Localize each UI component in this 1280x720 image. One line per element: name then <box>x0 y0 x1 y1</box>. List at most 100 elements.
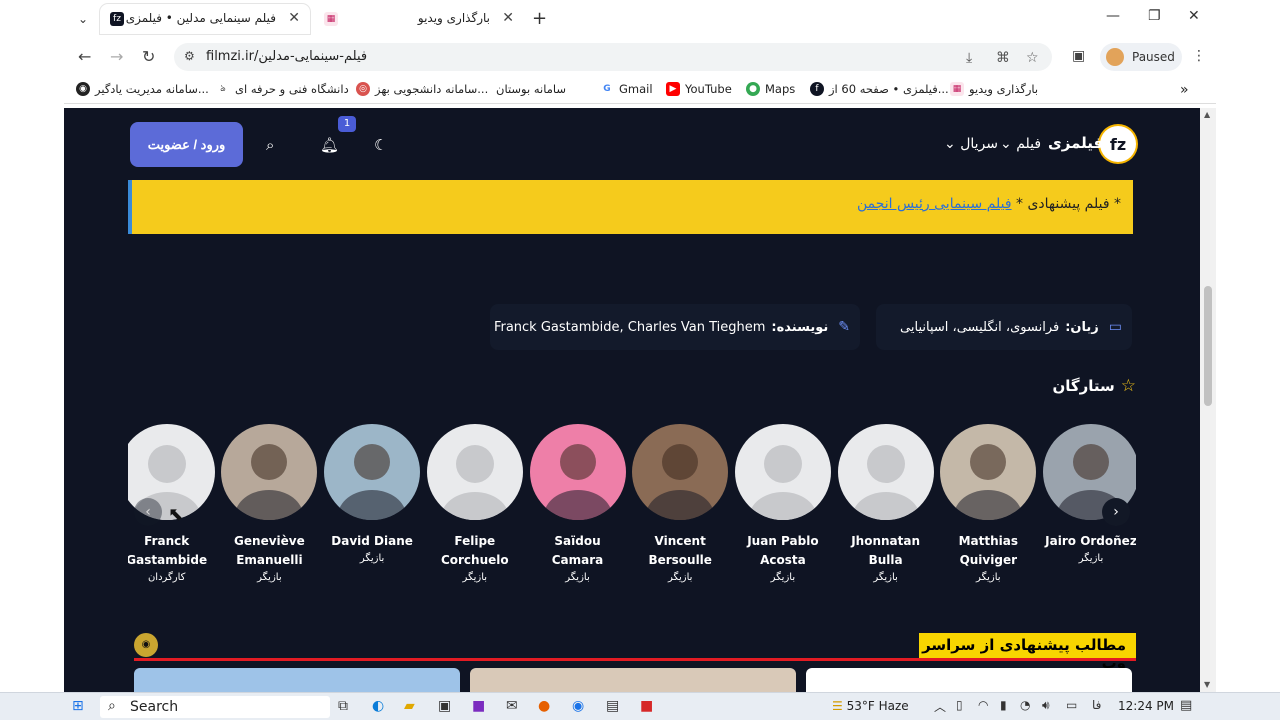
bookmark-item[interactable]: سامانه بوستان <box>496 82 566 96</box>
recommend-card[interactable] <box>806 668 1132 692</box>
tray-network-icon[interactable]: ◠ <box>978 698 988 712</box>
bookmark-item[interactable]: ▦ بارگذاری ویدیو <box>950 82 1038 96</box>
input-language[interactable]: فا <box>1092 698 1101 712</box>
cast-name: Saïdou Camara <box>551 534 604 567</box>
site-info-icon[interactable]: ⚙ <box>184 49 195 63</box>
placeholder-avatar-icon <box>734 424 831 520</box>
windows-taskbar: ⊞ ⌕ Search ⧉ ◐ ▰ ▣ ■ ✉ ● ◉ ▤ ■ ☰ 53°F Ha… <box>0 692 1280 720</box>
menu-film[interactable]: فیلم ⌄ <box>1000 136 1041 152</box>
cast-member[interactable]: Vincent Bersoulle بازیگر <box>631 424 729 583</box>
menu-kebab-icon[interactable]: ⋮ <box>1192 48 1206 64</box>
minimize-icon[interactable]: — <box>1106 8 1120 24</box>
brand-name[interactable]: فیلمزی <box>1048 134 1103 152</box>
carousel-next-icon[interactable]: › <box>1102 498 1130 526</box>
cast-role: بازیگر <box>770 572 796 583</box>
cast-member[interactable]: Saïdou Camara بازیگر <box>529 424 627 583</box>
bookmark-item[interactable]: ঌ دانشگاه فنی و حرفه ای <box>216 82 349 96</box>
writer-label: نویسنده: <box>771 319 829 335</box>
bookmark-item[interactable]: ● Maps <box>746 82 795 96</box>
cast-carousel: Jairo Ordoñez بازیگر Matthias Quiviger بازی… <box>128 424 1136 594</box>
weather-widget[interactable]: ☰ 53°F Haze <box>832 699 909 713</box>
recommend-card[interactable] <box>470 668 796 692</box>
close-window-icon[interactable]: ✕ <box>1188 8 1200 24</box>
translate-icon[interactable]: ⌘ <box>996 50 1010 66</box>
mail-icon[interactable]: ✉ <box>506 698 518 714</box>
google-icon: G <box>600 82 614 96</box>
bookmark-item[interactable]: ◉ سامانه مدیریت یادگیر... <box>76 82 209 96</box>
cast-role: بازیگر <box>462 572 488 583</box>
chrome-icon[interactable]: ◉ <box>572 698 584 714</box>
bookmark-item[interactable]: G Gmail <box>600 82 653 96</box>
photos-icon[interactable]: ▤ <box>606 698 619 714</box>
cast-role: کارگردان <box>147 572 186 583</box>
scrollbar-thumb[interactable] <box>1204 286 1212 406</box>
notifications-icon[interactable]: ▤ <box>1180 698 1192 713</box>
windows-start-icon[interactable]: ⊞ <box>72 698 84 714</box>
back-icon[interactable]: ← <box>78 47 91 66</box>
cast-name: David Diane <box>331 534 413 548</box>
bookmark-star-icon[interactable]: ☆ <box>1026 50 1039 66</box>
sidebar-icon[interactable]: ▣ <box>1072 48 1085 64</box>
cast-member[interactable]: Jhonnatan Bulla بازیگر <box>837 424 935 583</box>
taskbar-search[interactable]: ⌕ Search <box>100 696 330 718</box>
menu-series[interactable]: سریال ⌄ <box>944 136 998 152</box>
forward-icon[interactable]: → <box>110 47 123 66</box>
stars-heading: ☆ ستارگان <box>1052 376 1136 396</box>
cast-member[interactable]: Felipe Corchuelo بازیگر <box>426 424 524 583</box>
login-button[interactable]: ورود / عضویت <box>130 122 243 167</box>
cast-role: بازیگر <box>359 553 385 564</box>
cast-member[interactable]: Geneviève Emanuelli بازیگر <box>220 424 318 583</box>
cast-role: بازیگر <box>565 572 590 583</box>
firefox-icon[interactable]: ● <box>538 698 550 714</box>
site-logo[interactable]: fz <box>1100 126 1136 162</box>
suggested-film-link[interactable]: فیلم سینمایی رئیس انجمن <box>857 196 1012 212</box>
close-tab-icon[interactable]: ✕ <box>288 10 300 26</box>
cast-member[interactable]: Matthias Quiviger بازیگر <box>939 424 1037 583</box>
carousel-prev-icon[interactable]: ‹ <box>134 498 162 526</box>
search-icon[interactable]: ⌕ <box>266 136 274 154</box>
recorder-icon[interactable]: ■ <box>640 698 653 714</box>
cast-role: بازیگر <box>667 572 693 583</box>
wifi-icon[interactable]: ◔ <box>1020 698 1030 712</box>
install-app-icon[interactable]: ⤓ <box>966 50 972 66</box>
dark-mode-moon-icon[interactable]: ☾ <box>374 136 387 154</box>
tab-search-icon[interactable]: ⌄ <box>72 8 94 30</box>
address-bar[interactable]: ⚙ filmzi.ir/فیلم-سینمایی-مدلین ⤓ ⌘ ☆ <box>174 43 1052 71</box>
tab-upload[interactable]: ▦ بارگذاری ویدیو ✕ <box>314 4 524 34</box>
cast-member[interactable]: David Diane بازیگر <box>323 424 421 564</box>
tab-filmzi[interactable]: fz فیلم سینمایی مدلین • فیلمزی ✕ <box>100 4 310 34</box>
edge-icon[interactable]: ◐ <box>372 698 384 714</box>
microphone-icon[interactable]: ▮ <box>1000 698 1007 712</box>
cast-member[interactable]: Juan Pablo Acosta بازیگر <box>734 424 832 583</box>
star-icon: ☆ <box>1120 376 1136 396</box>
task-view-icon[interactable]: ⧉ <box>338 698 348 714</box>
file-explorer-icon[interactable]: ▰ <box>404 698 415 714</box>
cast-member[interactable]: Jairo Ordoñez بازیگر <box>1042 424 1136 564</box>
profile-button[interactable]: Paused <box>1100 43 1182 71</box>
restore-icon[interactable]: ❐ <box>1148 8 1161 24</box>
scroll-down-icon[interactable]: ▼ <box>1204 680 1210 689</box>
recommend-card[interactable] <box>134 668 460 692</box>
globe-icon: ◉ <box>76 82 90 96</box>
more-bookmarks-icon[interactable]: » <box>1180 82 1189 98</box>
clock[interactable]: 12:24 PM <box>1118 699 1174 713</box>
upload-favicon-icon: ▦ <box>324 12 338 26</box>
bookmark-item[interactable]: ▶ YouTube <box>666 82 732 96</box>
reload-icon[interactable]: ↻ <box>142 47 155 66</box>
xd-icon[interactable]: ■ <box>472 698 485 714</box>
placeholder-avatar-icon <box>837 424 934 520</box>
new-tab-icon[interactable]: + <box>532 8 547 29</box>
close-tab-icon[interactable]: ✕ <box>502 10 514 26</box>
tray-chevron-icon[interactable]: ︿ <box>934 698 946 715</box>
cast-photo <box>940 424 1037 520</box>
bell-icon[interactable]: 🔔︎ <box>320 136 339 154</box>
scroll-up-icon[interactable]: ▲ <box>1204 110 1210 119</box>
page-scrollbar[interactable]: ▲ ▼ <box>1200 108 1216 692</box>
bookmark-item[interactable]: ◎ سامانه دانشجویی بهز... <box>356 82 488 96</box>
mouse-cursor-icon: ⬉ <box>168 504 184 525</box>
volume-icon[interactable]: 🔊︎ <box>1042 698 1050 713</box>
bookmark-item[interactable]: f فیلمزی • صفحه 60 از... <box>810 82 949 96</box>
battery-icon[interactable]: ▭ <box>1066 698 1077 712</box>
store-icon[interactable]: ▣ <box>438 698 451 714</box>
tray-device-icon[interactable]: ▯ <box>956 698 963 712</box>
